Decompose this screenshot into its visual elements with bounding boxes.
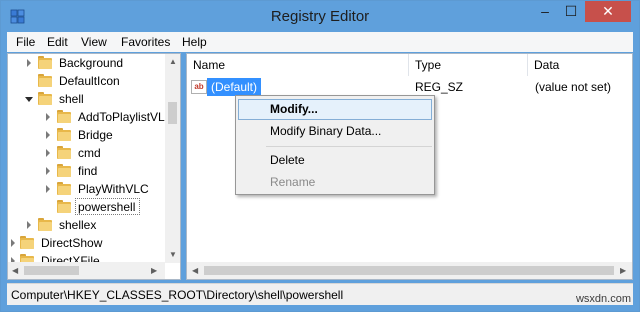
- tree-item-cmd[interactable]: cmd: [8, 144, 168, 162]
- tree-item-background[interactable]: Background: [8, 54, 168, 72]
- column-header-data[interactable]: Data: [528, 54, 632, 76]
- tree-item-label: AddToPlaylistVL: [78, 110, 165, 124]
- tree-item-find[interactable]: find: [8, 162, 168, 180]
- menu-item-modify-binary-data[interactable]: Modify Binary Data...: [238, 121, 432, 142]
- tree-item-directshow[interactable]: DirectShow: [8, 234, 168, 252]
- folder-icon: [57, 146, 71, 159]
- column-header-name[interactable]: Name: [187, 54, 409, 76]
- menu-bar: File Edit View Favorites Help: [7, 32, 633, 52]
- tree-item-label: Bridge: [78, 128, 113, 142]
- menu-edit[interactable]: Edit: [47, 35, 68, 49]
- close-button[interactable]: ✕: [585, 1, 631, 22]
- tree-vertical-scrollbar[interactable]: ▲ ▼: [165, 54, 180, 263]
- menu-favorites[interactable]: Favorites: [121, 35, 170, 49]
- menu-view[interactable]: View: [81, 35, 107, 49]
- folder-icon: [20, 236, 34, 249]
- tree-item-bridge[interactable]: Bridge: [8, 126, 168, 144]
- tree-item-playwithvlc[interactable]: PlayWithVLC: [8, 180, 168, 198]
- expand-arrow-icon[interactable]: [46, 113, 50, 121]
- expand-arrow-icon[interactable]: [11, 239, 15, 247]
- expand-arrow-icon[interactable]: [46, 167, 50, 175]
- scroll-thumb[interactable]: [168, 102, 177, 124]
- value-name[interactable]: (Default): [207, 78, 262, 96]
- scroll-right-icon[interactable]: ▶: [151, 266, 157, 275]
- tree-item-label: find: [78, 164, 98, 178]
- folder-icon: [57, 200, 71, 213]
- tree-item-defaulticon[interactable]: DefaultIcon: [8, 72, 168, 90]
- menu-item-delete[interactable]: Delete: [238, 150, 432, 171]
- tree-item-label: shell: [59, 92, 84, 106]
- expand-arrow-icon[interactable]: [27, 59, 31, 67]
- value-row[interactable]: ab (Default) REG_SZ (value not set): [187, 78, 632, 96]
- folder-icon: [38, 56, 52, 69]
- tree-item-addtoplaylistvlc[interactable]: AddToPlaylistVL: [8, 108, 168, 126]
- scroll-up-icon[interactable]: ▲: [169, 57, 177, 66]
- tree-item-powershell[interactable]: powershell: [8, 198, 168, 216]
- tree-item-label: DefaultIcon: [59, 74, 120, 88]
- folder-icon: [57, 110, 71, 123]
- tree-item-label: shellex: [59, 218, 97, 232]
- scroll-left-icon[interactable]: ◀: [12, 266, 18, 275]
- registry-editor-window: Registry Editor – ☐ ✕ File Edit View Fav…: [0, 0, 640, 312]
- column-header-type[interactable]: Type: [409, 54, 528, 76]
- value-data: (value not set): [535, 80, 612, 94]
- tree-item-shell[interactable]: shell: [8, 90, 168, 108]
- scroll-down-icon[interactable]: ▼: [169, 250, 177, 259]
- maximize-button[interactable]: ☐: [558, 1, 584, 22]
- list-horizontal-scrollbar[interactable]: ◀ ▶: [187, 262, 632, 279]
- tree-item-label: DirectShow: [41, 236, 103, 250]
- folder-icon: [38, 218, 52, 231]
- menu-help[interactable]: Help: [182, 35, 207, 49]
- watermark: wsxdn.com: [575, 293, 631, 305]
- folder-icon: [57, 182, 71, 195]
- key-tree-pane[interactable]: Background DefaultIcon shell AddToPlayli…: [7, 53, 181, 280]
- menu-separator: [266, 146, 432, 147]
- expand-arrow-icon[interactable]: [27, 221, 31, 229]
- tree-item-shellex[interactable]: shellex: [8, 216, 168, 234]
- expand-arrow-icon[interactable]: [46, 185, 50, 193]
- string-value-icon: ab: [191, 80, 207, 94]
- tree-item-label: PlayWithVLC: [78, 182, 149, 196]
- scroll-thumb[interactable]: [204, 266, 614, 275]
- status-bar-path: Computer\HKEY_CLASSES_ROOT\Directory\she…: [7, 283, 633, 305]
- title-bar[interactable]: Registry Editor – ☐ ✕: [1, 1, 639, 32]
- scroll-left-icon[interactable]: ◀: [192, 266, 198, 275]
- tree-item-label: cmd: [78, 146, 101, 160]
- tree-item-label: Background: [59, 56, 124, 70]
- folder-icon: [38, 74, 52, 87]
- folder-icon: [57, 164, 71, 177]
- tree-item-label: powershell: [78, 200, 136, 214]
- value-type: REG_SZ: [415, 80, 464, 94]
- menu-item-modify[interactable]: Modify...: [238, 99, 432, 120]
- expand-arrow-icon[interactable]: [46, 131, 50, 139]
- tree-horizontal-scrollbar[interactable]: ◀ ▶: [8, 262, 165, 279]
- expand-arrow-icon[interactable]: [46, 149, 50, 157]
- folder-icon: [57, 128, 71, 141]
- scroll-right-icon[interactable]: ▶: [620, 266, 626, 275]
- folder-icon: [38, 92, 52, 105]
- collapse-arrow-icon[interactable]: [25, 97, 33, 102]
- minimize-button[interactable]: –: [532, 1, 558, 22]
- scroll-thumb[interactable]: [24, 266, 79, 275]
- context-menu: Modify... Modify Binary Data... Delete R…: [235, 95, 435, 195]
- menu-file[interactable]: File: [16, 35, 35, 49]
- menu-item-rename: Rename: [270, 175, 316, 189]
